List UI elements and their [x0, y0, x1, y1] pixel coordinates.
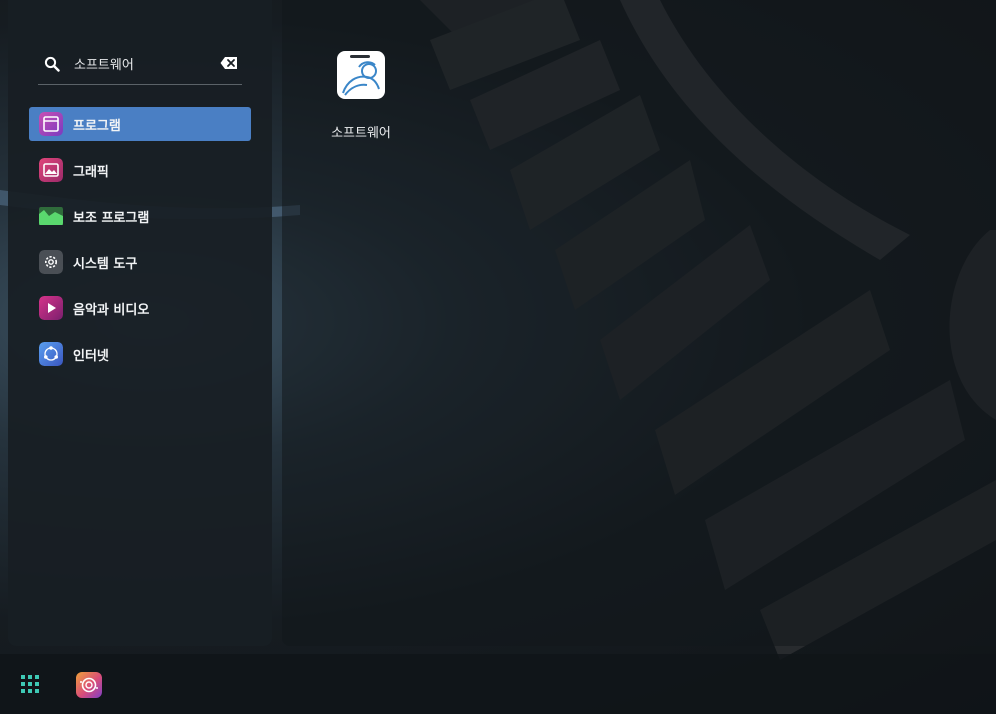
window-icon — [39, 112, 63, 136]
taskbar — [0, 654, 996, 714]
category-label: 인터넷 — [73, 349, 109, 364]
category-label: 보조 프로그램 — [73, 211, 150, 226]
image-icon — [39, 158, 63, 182]
search-box — [38, 44, 242, 85]
category-label: 시스템 도구 — [73, 257, 138, 272]
app-tile-label: 소프트웨어 — [331, 126, 391, 141]
category-item-accessories[interactable]: 보조 프로그램 — [29, 199, 251, 233]
category-item-graphics[interactable]: 그래픽 — [29, 153, 251, 187]
camera-app-icon[interactable] — [76, 672, 102, 698]
app-grid-icon[interactable] — [18, 672, 42, 696]
gear-icon — [39, 250, 63, 274]
network-icon — [39, 342, 63, 366]
category-panel: 프로그램 그래픽 보조 프로그램 — [8, 0, 272, 646]
category-label: 음악과 비디오 — [73, 303, 150, 318]
app-tile-software[interactable]: 소프트웨어 — [316, 44, 406, 144]
accessories-icon — [39, 207, 63, 225]
results-panel: 소프트웨어 — [282, 0, 996, 646]
search-input[interactable] — [74, 53, 214, 73]
category-item-internet[interactable]: 인터넷 — [29, 337, 251, 371]
category-item-music-video[interactable]: 음악과 비디오 — [29, 291, 251, 325]
search-icon — [44, 56, 60, 72]
category-item-system-tools[interactable]: 시스템 도구 — [29, 245, 251, 279]
play-icon — [39, 296, 63, 320]
category-list: 프로그램 그래픽 보조 프로그램 시스템 도구 음악과 비디오 인터넷 — [29, 107, 251, 383]
category-label: 프로그램 — [73, 119, 121, 134]
category-label: 그래픽 — [73, 165, 109, 180]
software-store-icon — [337, 51, 385, 99]
backspace-icon[interactable] — [220, 56, 238, 70]
category-item-programs[interactable]: 프로그램 — [29, 107, 251, 141]
